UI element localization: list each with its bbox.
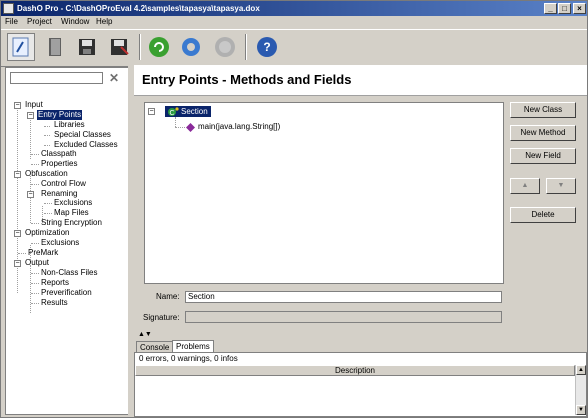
move-down-button[interactable]: ▼ (546, 178, 576, 194)
tree-node-results[interactable]: Results (41, 298, 68, 308)
tree-node-properties[interactable]: Properties (41, 159, 77, 169)
toolbar-separator (139, 34, 141, 60)
signature-label: Signature: (143, 313, 180, 322)
maximize-button[interactable]: □ (558, 3, 571, 14)
save-icon[interactable] (73, 33, 101, 61)
tree-search-input[interactable] (10, 72, 103, 84)
menu-window[interactable]: Window (61, 17, 89, 26)
method-icon (186, 123, 195, 132)
new-method-button[interactable]: New Method (510, 125, 576, 141)
minimize-button[interactable]: _ (544, 3, 557, 14)
help-icon[interactable]: ? (253, 33, 281, 61)
close-button[interactable]: × (573, 3, 586, 14)
tree-node-preverification[interactable]: Preverification (41, 288, 92, 298)
signature-field (185, 311, 502, 323)
app-icon (3, 3, 14, 14)
tree-node-classpath[interactable]: Classpath (41, 149, 77, 159)
vertical-scrollbar[interactable]: ▲ ▼ (575, 365, 586, 415)
wizard-icon[interactable] (7, 33, 35, 61)
description-column-header[interactable]: Description (135, 365, 575, 376)
name-field[interactable]: Section (185, 291, 502, 303)
menu-project[interactable]: Project (27, 17, 52, 26)
tree-node-special-classes[interactable]: Special Classes (54, 130, 111, 140)
tree-node-map-files[interactable]: Map Files (54, 208, 89, 218)
tree-node-input[interactable]: Input (25, 100, 43, 110)
window-title: DashO Pro - C:\DashOProEval 4.2\samples\… (17, 4, 260, 13)
expand-renaming[interactable]: − (27, 191, 34, 198)
menu-file[interactable]: File (5, 17, 18, 26)
expand-section[interactable]: − (148, 108, 155, 115)
method-node[interactable]: main(java.lang.String[]) (198, 122, 280, 132)
svg-text:?: ? (263, 40, 270, 54)
tree-node-opt-exclusions[interactable]: Exclusions (41, 238, 79, 248)
page-title: Entry Points - Methods and Fields (142, 72, 352, 87)
section-node[interactable]: C Section (165, 106, 211, 117)
toolbar: ? (1, 29, 587, 67)
expand-optimization[interactable]: − (14, 230, 21, 237)
delete-button[interactable]: Delete (510, 207, 576, 223)
tree-node-obfuscation[interactable]: Obfuscation (25, 169, 68, 179)
class-icon: C (168, 107, 179, 116)
gear-icon[interactable] (177, 33, 205, 61)
problems-panel: 0 errors, 0 warnings, 0 infos Descriptio… (134, 352, 587, 417)
panel-resize-arrows-icon[interactable]: ▲▼ (138, 331, 152, 338)
new-field-button[interactable]: New Field (510, 148, 576, 164)
svg-text:C: C (169, 110, 174, 116)
scroll-up-icon[interactable]: ▲ (576, 365, 586, 375)
scroll-down-icon[interactable]: ▼ (576, 405, 586, 415)
book-icon[interactable] (41, 33, 69, 61)
tree-node-exclusions[interactable]: Exclusions (54, 198, 92, 208)
tree-node-reports[interactable]: Reports (41, 278, 69, 288)
expand-input[interactable]: − (14, 102, 21, 109)
main-panel: Entry Points - Methods and Fields − C Se… (134, 65, 587, 417)
tree-node-premark[interactable]: PreMark (28, 248, 58, 258)
page-header: Entry Points - Methods and Fields (134, 65, 587, 96)
clear-icon[interactable]: ✕ (109, 71, 119, 85)
stop-icon[interactable] (211, 33, 239, 61)
menu-bar: File Project Window Help (1, 16, 587, 29)
app-window: DashO Pro - C:\DashOProEval 4.2\samples\… (0, 0, 588, 418)
new-class-button[interactable]: New Class (510, 102, 576, 118)
expand-entry-points[interactable]: − (27, 112, 34, 119)
toolbar-separator (245, 34, 247, 60)
problems-status: 0 errors, 0 warnings, 0 infos (139, 354, 238, 363)
name-label: Name: (156, 292, 180, 301)
save-as-icon[interactable] (105, 33, 133, 61)
tree-node-entry-points[interactable]: Entry Points (37, 110, 83, 120)
entry-points-tree[interactable]: − C Section main(java.lang.String[]) (144, 102, 504, 284)
menu-help[interactable]: Help (96, 17, 112, 26)
project-tree-pane: ✕ − Input − Entry Points Libraries Speci… (5, 67, 129, 415)
run-icon[interactable] (145, 33, 173, 61)
tree-node-optimization[interactable]: Optimization (25, 228, 69, 238)
tree-node-string-encryption[interactable]: String Encryption (41, 218, 102, 228)
tree-node-control-flow[interactable]: Control Flow (41, 179, 86, 189)
bottom-panel: ▲▼ Console Problems 0 errors, 0 warnings… (134, 331, 587, 417)
project-tree: − Input − Entry Points Libraries Special… (6, 98, 128, 408)
move-up-button[interactable]: ▲ (510, 178, 540, 194)
tree-node-libraries[interactable]: Libraries (54, 120, 85, 130)
title-bar: DashO Pro - C:\DashOProEval 4.2\samples\… (1, 1, 587, 16)
expand-obfuscation[interactable]: − (14, 171, 21, 178)
section-label: Section (181, 107, 208, 116)
tree-node-non-class-files[interactable]: Non-Class Files (41, 268, 97, 278)
tree-node-output[interactable]: Output (25, 258, 49, 268)
expand-output[interactable]: − (14, 260, 21, 267)
